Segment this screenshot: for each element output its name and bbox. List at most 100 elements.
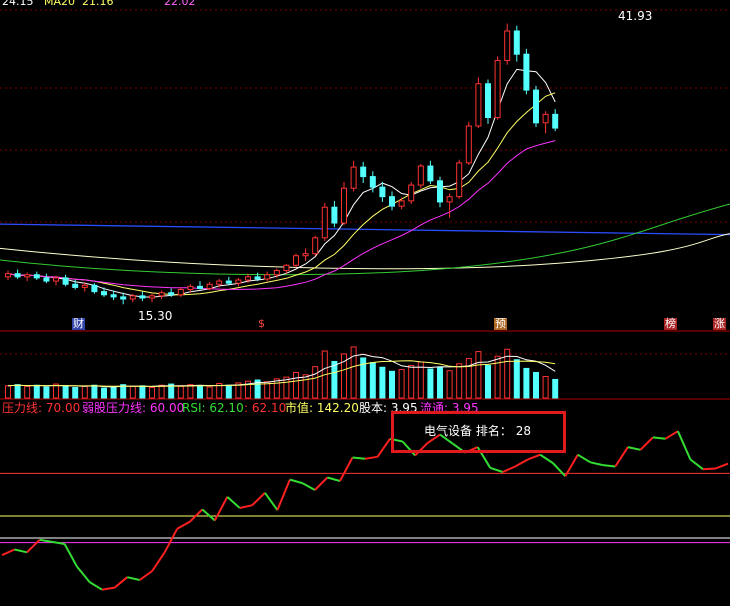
sector-name: 电气设备 xyxy=(424,424,473,438)
candle-body xyxy=(513,30,520,55)
rsi-segment xyxy=(715,462,729,470)
candle-body xyxy=(120,296,127,300)
rsi-segment xyxy=(702,467,716,471)
ma5-line xyxy=(7,68,556,298)
volume-bar xyxy=(225,384,232,399)
rsi-segment xyxy=(264,492,279,511)
chart-canvas[interactable] xyxy=(0,0,730,602)
candle-body xyxy=(197,285,203,289)
candle-body xyxy=(465,125,472,164)
rsi-segment xyxy=(26,539,41,554)
rsi-segment xyxy=(14,548,28,554)
rsi-segment xyxy=(614,446,629,468)
rank-label: 排名： xyxy=(475,424,512,438)
volume-bar xyxy=(139,385,146,399)
rsi-segment xyxy=(289,478,303,485)
rsi-segment xyxy=(364,455,378,460)
volume-bar xyxy=(389,370,395,399)
volume-bar xyxy=(206,386,213,399)
volume-bar xyxy=(293,371,299,399)
candle-body xyxy=(101,291,107,296)
candle-body xyxy=(341,187,347,224)
volume-bar xyxy=(197,385,203,399)
candle-body xyxy=(293,255,299,266)
rsi-segment xyxy=(664,430,679,440)
rsi-segment xyxy=(527,453,541,461)
ma2-label: MA20 xyxy=(44,0,76,8)
volume-bar xyxy=(33,384,40,399)
marker-forecast[interactable]: 预 xyxy=(494,318,507,330)
sector-rank-box: 电气设备 排名： 28 xyxy=(391,411,566,453)
candle-body xyxy=(533,89,539,124)
volume-bar xyxy=(523,367,530,399)
rsi-segment xyxy=(239,504,253,509)
candle-body xyxy=(254,276,261,280)
ma10-line xyxy=(7,92,556,296)
rsi-segment xyxy=(577,453,591,464)
candle-body xyxy=(302,253,309,257)
rsi-segment xyxy=(213,496,229,521)
candle-body xyxy=(321,206,328,239)
rsi-line xyxy=(1,430,729,591)
pressure-line-value: 压力线: 70.00 xyxy=(2,401,81,415)
candle-body xyxy=(129,295,136,300)
volume-bar xyxy=(427,368,434,399)
candle-body xyxy=(427,165,434,182)
candle-body xyxy=(485,83,491,119)
candle-body xyxy=(110,294,117,298)
rsi-segment xyxy=(176,520,191,530)
marker-limit-up[interactable]: 涨 xyxy=(713,318,726,330)
candle-body xyxy=(494,60,501,119)
marker-finance[interactable]: 财 xyxy=(72,318,85,330)
rsi-segment xyxy=(139,570,153,581)
volume-bar xyxy=(350,346,357,399)
volume-bar xyxy=(408,365,415,399)
volume-bar xyxy=(446,370,453,399)
rsi-segment xyxy=(163,528,179,553)
rank-value: 28 xyxy=(515,424,531,438)
rsi-segment xyxy=(226,496,241,509)
rsi-segment xyxy=(301,482,316,491)
rsi-segment xyxy=(151,551,166,572)
candle-body xyxy=(264,274,271,280)
candle-body xyxy=(446,196,453,203)
volume-bar xyxy=(110,386,117,399)
rsi-segment xyxy=(689,458,704,470)
rsi-segment xyxy=(201,508,216,522)
volume-bar xyxy=(177,385,184,399)
candle-body xyxy=(283,264,290,272)
rsi-segment xyxy=(627,446,641,451)
marker-ranking[interactable]: 榜 xyxy=(664,318,677,330)
volume-bar xyxy=(302,374,309,399)
volume-bar xyxy=(53,383,59,399)
rsi-segment xyxy=(89,581,103,591)
ma1-value: 24.15 xyxy=(2,0,34,8)
candle-body xyxy=(5,273,11,278)
rsi-segment xyxy=(101,586,115,591)
marker-dollar[interactable]: $ xyxy=(257,318,266,330)
volume-bar xyxy=(485,365,491,399)
volume-bar xyxy=(369,362,376,399)
volume-bar xyxy=(81,385,88,399)
candle-body xyxy=(523,53,530,91)
volume-bar xyxy=(475,351,482,399)
high-price-label: 41.93 xyxy=(618,9,653,23)
sector-rank-text: 电气设备 排名： 28 xyxy=(424,422,531,439)
rsi-segment xyxy=(314,476,329,491)
rsi-segment xyxy=(1,548,15,557)
rsi-segment xyxy=(63,543,78,568)
candle-body xyxy=(331,206,338,224)
candle-body xyxy=(245,276,251,281)
yearly-ma-line xyxy=(0,233,730,270)
rsi-segment xyxy=(251,492,266,506)
rsi-segment xyxy=(590,461,604,467)
candle-body xyxy=(273,270,280,276)
candle-body xyxy=(158,292,165,297)
candle-body xyxy=(225,280,232,284)
long-term-ma-line xyxy=(0,223,730,236)
candle-body xyxy=(552,113,559,129)
volume-average-lines xyxy=(7,353,556,388)
stock-chart-view[interactable]: 24.15 MA20 21.16 22.02 41.93 15.30 财 $ 预… xyxy=(0,0,730,602)
volume-bar xyxy=(91,384,98,399)
ma2-value: 21.16 xyxy=(82,0,114,8)
